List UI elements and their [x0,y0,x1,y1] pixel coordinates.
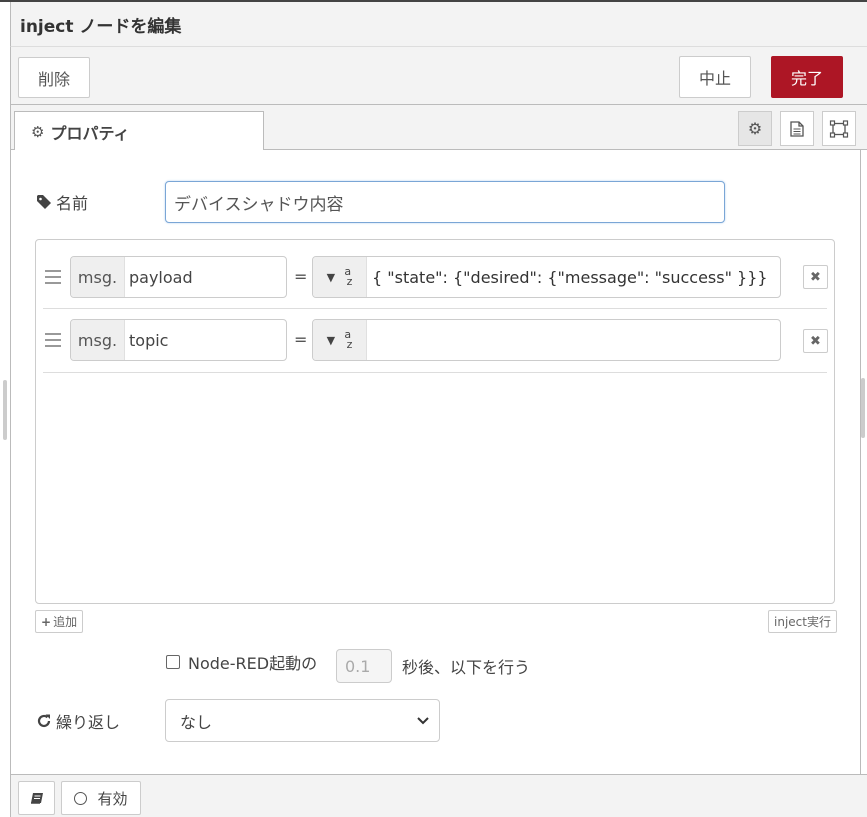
done-button[interactable]: 完了 [771,56,843,98]
resize-handle-right[interactable] [861,378,865,438]
gear-icon: ⚙ [747,119,763,138]
tab-appearance[interactable] [822,111,856,146]
tab-properties[interactable]: ⚙ プロパティ [14,111,264,151]
repeat-select[interactable]: なし [165,699,440,742]
add-property-button[interactable]: + 追加 [35,610,84,633]
tag-icon [37,195,51,209]
equals-sign: = [294,330,308,349]
startup-after-label: 秒後、以下を行う [402,658,531,677]
close-icon: ✖ [810,269,821,285]
property-key-field[interactable]: msg. topic [70,319,287,361]
repeat-label-text: 繰り返し [56,713,121,732]
drag-handle-icon[interactable] [45,270,61,284]
chevron-down-icon [417,716,429,724]
refresh-icon [37,714,51,728]
property-value-field[interactable]: ▼ a z [312,319,781,361]
string-type-icon: a z [343,265,353,288]
property-value: { "state": {"desired": {"message": "succ… [372,267,768,287]
node-help-button[interactable] [18,781,55,815]
document-icon [790,120,804,137]
row-divider [43,372,827,373]
dialog-title: inject ノードを編集 [20,17,182,37]
add-property-label: 追加 [53,615,78,629]
type-selector[interactable]: ▼ a z [313,257,367,297]
string-type-icon: a z [343,328,353,351]
book-icon [30,792,43,804]
delete-button[interactable]: 削除 [18,57,90,98]
plus-icon: + [41,614,52,629]
name-input[interactable] [165,181,725,223]
property-key-field[interactable]: msg. payload [70,256,287,298]
enabled-toggle[interactable]: 有効 [61,781,141,815]
circle-icon [74,791,88,805]
tab-properties-icon[interactable]: ⚙ [738,111,772,146]
property-value-field[interactable]: ▼ a z { "state": {"desired": {"message":… [312,256,781,298]
repeat-selected-value: なし [180,712,213,732]
equals-sign: = [294,267,308,286]
property-key: topic [129,330,169,350]
startup-delay-input[interactable]: 0.1 [336,649,392,683]
close-icon: ✖ [810,333,821,349]
name-label-text: 名前 [56,194,89,213]
drag-handle-icon[interactable] [45,333,61,347]
repeat-label: 繰り返し [36,709,120,733]
inject-now-button[interactable]: inject実行 [768,610,837,633]
caret-down-icon: ▼ [326,270,336,284]
property-key: payload [129,267,193,287]
gear-icon: ⚙ [31,122,45,141]
msg-prefix: msg. [71,257,125,297]
tab-properties-label: プロパティ [50,123,130,143]
tab-description[interactable] [780,111,814,146]
cancel-button[interactable]: 中止 [679,56,751,98]
row-divider [43,308,827,309]
resize-handle-left[interactable] [3,380,7,440]
name-label: 名前 [36,190,88,214]
msg-prefix: msg. [71,320,125,360]
startup-label: Node-RED起動の [188,654,318,673]
property-value [367,320,372,360]
remove-property-button[interactable]: ✖ [803,265,828,289]
remove-property-button[interactable]: ✖ [803,329,828,353]
startup-checkbox[interactable] [166,655,180,669]
caret-down-icon: ▼ [326,333,336,347]
startup-option: Node-RED起動の [166,650,317,674]
enabled-label: 有効 [97,789,128,808]
frame-icon [829,119,849,138]
type-selector[interactable]: ▼ a z [313,320,367,360]
